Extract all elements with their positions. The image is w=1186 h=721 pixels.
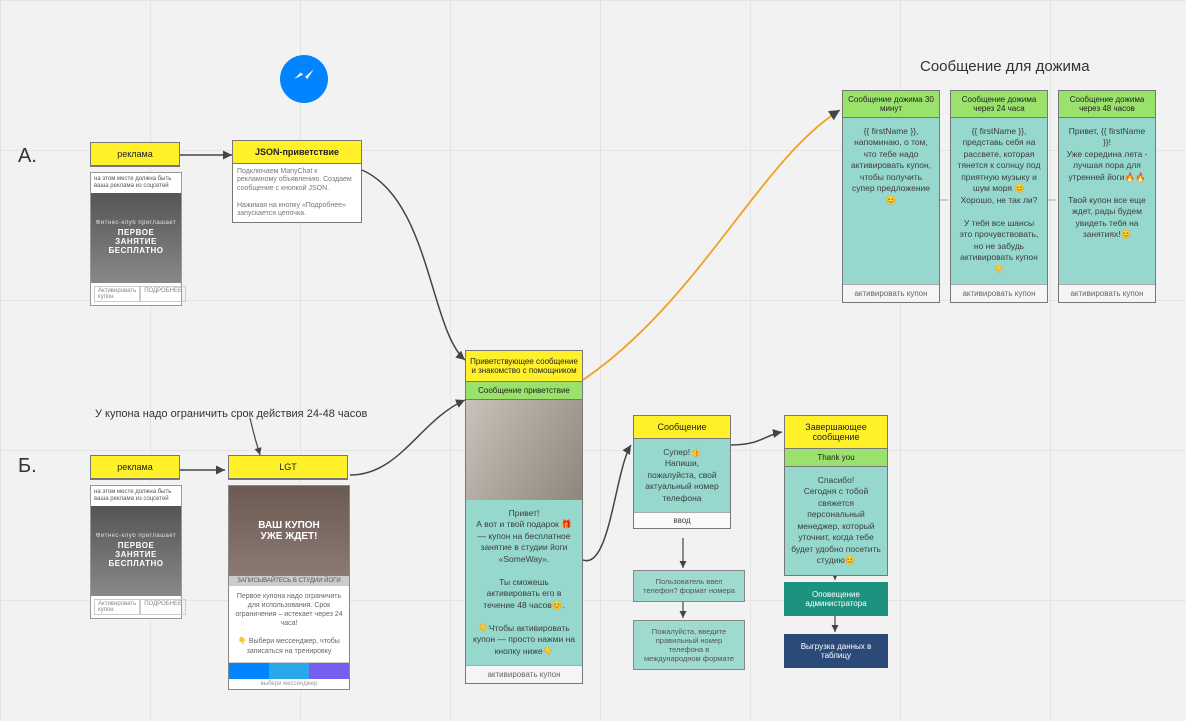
node-followup-30min[interactable]: Сообщение дожима 30 минут {{ firstName }… — [842, 90, 940, 303]
node-phone-check[interactable]: Пользователь ввел телефон? формат номера — [633, 570, 745, 602]
json-body: Подключаем ManyChat к рекламному объявле… — [233, 164, 361, 222]
lgt-card[interactable]: ВАШ КУПОН УЖЕ ЖДЕТ! ЗАПИСЫВАЙТЕСЬ В СТУД… — [228, 485, 350, 690]
welcome-header: Приветствующее сообщение и знакомство с … — [466, 351, 582, 382]
lgt-social-row — [229, 662, 349, 679]
f3-activate-button[interactable]: активировать купон — [1059, 284, 1155, 302]
node-notify-admin[interactable]: Оповещение администратора — [784, 582, 888, 616]
messenger-icon — [280, 55, 328, 103]
ad-b-more-button[interactable]: ПОДРОБНЕЕ — [140, 599, 186, 615]
ad-a-activate-button[interactable]: Активировать купон — [94, 286, 140, 302]
lgt-header: LGT — [229, 456, 347, 479]
node-phone[interactable]: Сообщение Супер!👍 Напиши, пожалуйста, св… — [633, 415, 731, 529]
node-phone-retry[interactable]: Пожалуйста, введите правильный номер тел… — [633, 620, 745, 670]
followup-title: Сообщение для дожима — [920, 58, 1090, 75]
f2-header: Сообщение дожима через 24 часа — [951, 91, 1047, 118]
node-export-sheet[interactable]: Выгрузка данных в таблицу — [784, 634, 888, 668]
ad-b-card[interactable]: на этом месте должна быть ваша реклама и… — [90, 485, 182, 619]
social-viber-icon[interactable] — [309, 663, 349, 679]
welcome-activate-button[interactable]: активировать купон — [466, 665, 582, 683]
welcome-sub: Сообщение приветствие — [466, 382, 582, 400]
ad-b-activate-button[interactable]: Активировать купон — [94, 599, 140, 615]
node-ad-b[interactable]: реклама — [90, 455, 180, 480]
welcome-image — [466, 400, 582, 500]
social-messenger-icon[interactable] — [229, 663, 269, 679]
ad-a-more-button[interactable]: ПОДРОБНЕЕ — [140, 286, 186, 302]
section-label-b: Б. — [18, 455, 37, 478]
final-sub: Thank you — [785, 449, 887, 467]
ad-a-hero: Фитнес-клуб приглашает ПЕРВОЕ ЗАНЯТИЕ БЕ… — [91, 193, 181, 283]
node-followup-24h[interactable]: Сообщение дожима через 24 часа {{ firstN… — [950, 90, 1048, 303]
node-json-greeting[interactable]: JSON-приветствие Подключаем ManyChat к р… — [232, 140, 362, 223]
f3-body: Привет, {{ firstName }}! Уже середина ле… — [1059, 118, 1155, 284]
final-header: Завершающее сообщение — [785, 416, 887, 449]
node-ad-a[interactable]: реклама — [90, 142, 180, 167]
ad-b-caption: на этом месте должна быть ваша реклама и… — [91, 486, 181, 506]
canvas[interactable]: А. Б. Сообщение для дожима У купона надо… — [0, 0, 1186, 721]
section-label-a: А. — [18, 145, 37, 168]
coupon-note: У купона надо ограничить срок действия 2… — [95, 408, 367, 420]
ad-b-header: реклама — [91, 456, 179, 479]
ad-a-card[interactable]: на этом месте должна быть ваша реклама и… — [90, 172, 182, 306]
lgt-sub: выбери мессенджер — [229, 679, 349, 689]
f1-body: {{ firstName }}, напоминаю, о том, что т… — [843, 118, 939, 284]
node-lgt[interactable]: LGT — [228, 455, 348, 480]
lgt-text: Первое купона надо ограничить для исполь… — [229, 586, 349, 662]
export-sheet-label: Выгрузка данных в таблицу — [784, 634, 888, 668]
social-telegram-icon[interactable] — [269, 663, 309, 679]
ad-a-caption: на этом месте должна быть ваша реклама и… — [91, 173, 181, 193]
welcome-body: Привет! А вот и твой подарок 🎁 — купон н… — [466, 500, 582, 665]
f3-header: Сообщение дожима через 48 часов — [1059, 91, 1155, 118]
notify-admin-label: Оповещение администратора — [784, 582, 888, 616]
phone-body: Супер!👍 Напиши, пожалуйста, свой актуаль… — [634, 439, 730, 512]
f2-body: {{ firstName }}, представь себя на рассв… — [951, 118, 1047, 284]
phone-input-chip[interactable]: ввод — [634, 512, 730, 528]
lgt-bar: ЗАПИСЫВАЙТЕСЬ В СТУДИИ ЙОГИ — [229, 576, 349, 586]
json-header: JSON-приветствие — [233, 141, 361, 164]
f1-header: Сообщение дожима 30 минут — [843, 91, 939, 118]
ad-b-hero: Фитнес-клуб приглашает ПЕРВОЕ ЗАНЯТИЕ БЕ… — [91, 506, 181, 596]
node-final[interactable]: Завершающее сообщение Thank you Спасибо!… — [784, 415, 888, 576]
f2-activate-button[interactable]: активировать купон — [951, 284, 1047, 302]
final-body: Спасибо! Сегодня с тобой свяжется персон… — [785, 467, 887, 575]
f1-activate-button[interactable]: активировать купон — [843, 284, 939, 302]
lgt-hero: ВАШ КУПОН УЖЕ ЖДЕТ! — [229, 486, 349, 576]
node-welcome[interactable]: Приветствующее сообщение и знакомство с … — [465, 350, 583, 684]
ad-a-header: реклама — [91, 143, 179, 166]
node-followup-48h[interactable]: Сообщение дожима через 48 часов Привет, … — [1058, 90, 1156, 303]
phone-header: Сообщение — [634, 416, 730, 439]
